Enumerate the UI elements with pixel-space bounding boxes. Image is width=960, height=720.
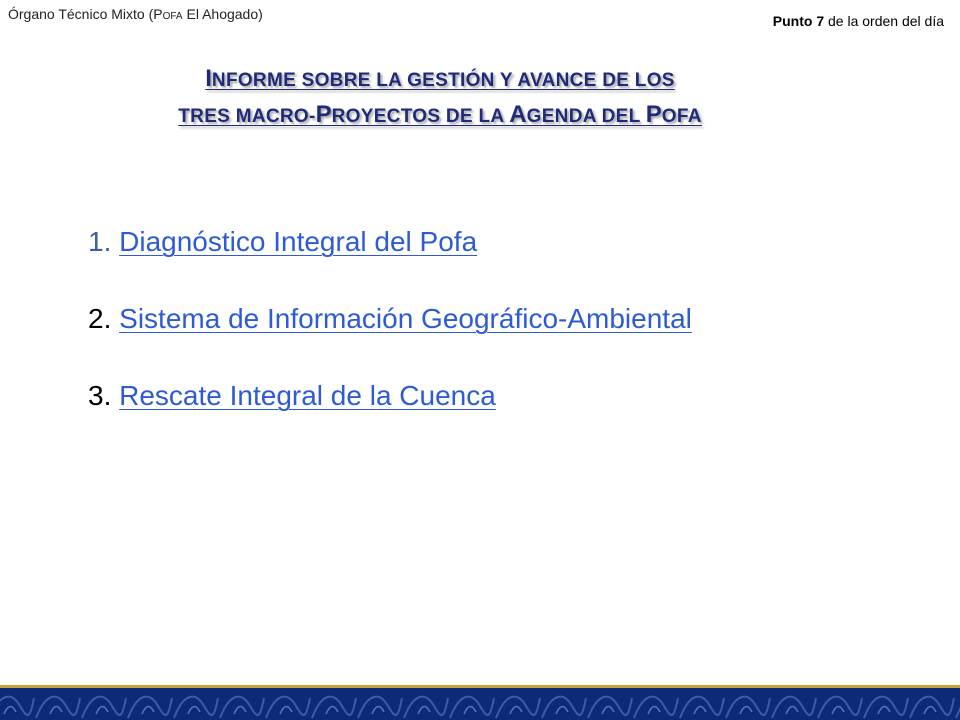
footer-ornament — [923, 705, 937, 715]
slide-title-line-1: INFORME SOBRE LA GESTIÓN Y AVANCE DE LOS — [60, 62, 820, 98]
footer-ornament — [325, 705, 339, 715]
org-suffix: El Ahogado) — [182, 6, 263, 22]
footer-ornament — [233, 705, 247, 715]
title-segment: ROYECTOS DE LA — [331, 106, 510, 127]
footer-ornament — [601, 705, 615, 715]
slide: Órgano Técnico Mixto (POFA El Ahogado) P… — [0, 0, 960, 720]
title-segment: A — [509, 101, 527, 128]
project-link-sistema-informacion[interactable]: Sistema de Información Geográfico-Ambien… — [119, 303, 692, 334]
footer-ornament — [49, 705, 63, 715]
org-smallcaps: OFA — [162, 11, 183, 22]
footer-ornament — [739, 705, 753, 715]
agenda-point: Punto 7 de la orden del día — [773, 13, 944, 29]
project-item-number: 3. — [88, 380, 120, 411]
project-item-3: 3. Rescate Integral de la Cuenca — [88, 376, 692, 416]
footer-ornament — [463, 705, 477, 715]
footer-ornament — [693, 705, 707, 715]
title-segment: OFA — [661, 106, 702, 127]
project-item-number: 2. — [88, 303, 120, 334]
title-segment: GENDA DEL — [526, 106, 646, 127]
org-prefix: Órgano Técnico Mixto (P — [8, 6, 163, 22]
footer-ornament — [647, 705, 661, 715]
footer-ornament — [371, 705, 385, 715]
footer-ornament — [555, 705, 569, 715]
project-link-rescate-cuenca[interactable]: Rescate Integral de la Cuenca — [119, 380, 496, 411]
footer-ornament — [785, 705, 799, 715]
footer-ornament — [95, 705, 109, 715]
slide-title: INFORME SOBRE LA GESTIÓN Y AVANCE DE LOS… — [60, 62, 820, 134]
slide-title-line-2: TRES MACRO-PROYECTOS DE LA AGENDA DEL PO… — [60, 98, 820, 134]
footer-ornament — [877, 705, 891, 715]
footer-ornament — [0, 695, 35, 716]
title-segment: I — [205, 65, 212, 92]
footer-ornament — [831, 705, 845, 715]
footer-ornament — [417, 705, 431, 715]
title-segment: P — [315, 101, 332, 128]
project-list: 1. Diagnóstico Integral del Pofa 2. Sist… — [88, 222, 692, 453]
footer-ornament — [509, 705, 523, 715]
title-segment: NFORME SOBRE LA GESTIÓN Y AVANCE DE LOS — [211, 70, 675, 91]
organization-name: Órgano Técnico Mixto (POFA El Ahogado) — [8, 6, 263, 22]
footer-pattern-band — [0, 688, 960, 720]
project-item-number: 1. — [88, 226, 120, 257]
title-segment: TRES MACRO- — [178, 106, 316, 127]
agenda-point-number: Punto 7 — [772, 13, 825, 29]
project-link-diagnostico[interactable]: Diagnóstico Integral del Pofa — [119, 226, 477, 257]
footer-ornament — [3, 705, 17, 715]
agenda-point-rest: de la orden del día — [824, 13, 944, 29]
footer-ornament — [279, 705, 293, 715]
project-item-2: 2. Sistema de Información Geográfico-Amb… — [88, 299, 692, 339]
title-segment: P — [645, 101, 662, 128]
footer-ornament — [955, 707, 960, 719]
project-item-1: 1. Diagnóstico Integral del Pofa — [88, 222, 692, 262]
footer-ornament — [187, 705, 201, 715]
footer-pattern — [0, 695, 960, 719]
footer-ornament — [141, 705, 155, 715]
